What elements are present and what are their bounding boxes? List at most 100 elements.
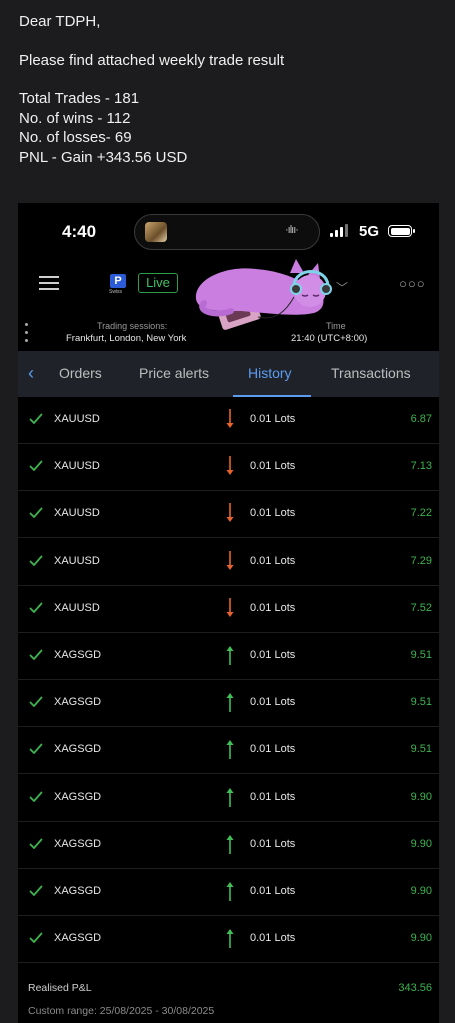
trade-row[interactable]: XAUUSD 0.01 Lots 7.29: [18, 539, 439, 586]
tab-history[interactable]: History: [248, 365, 292, 381]
custom-range: Custom range: 25/08/2025 - 30/08/2025: [28, 1005, 215, 1017]
trade-row[interactable]: XAUUSD 0.01 Lots 6.87: [18, 397, 439, 444]
trading-sessions-value: Frankfurt, London, New York: [66, 333, 187, 344]
live-badge[interactable]: Live: [138, 273, 178, 293]
more-dots-icon[interactable]: ○○○: [399, 276, 426, 291]
trade-lots: 0.01 Lots: [250, 413, 296, 425]
email-intro: Please find attached weekly trade result: [19, 51, 285, 69]
check-icon: [29, 791, 43, 802]
app-header: P Swiss Live ﹀ ○○○ Trading sessions: Fra…: [18, 259, 439, 351]
check-icon: [29, 413, 43, 424]
check-icon: [29, 885, 43, 896]
trade-row[interactable]: XAUUSD 0.01 Lots 7.13: [18, 444, 439, 492]
trade-row[interactable]: XAUUSD 0.01 Lots 7.22: [18, 491, 439, 539]
trade-lots: 0.01 Lots: [250, 460, 296, 473]
trade-row[interactable]: XAGSGD 0.01 Lots 9.51: [18, 727, 439, 775]
total-trades-line: Total Trades - 181: [19, 90, 140, 107]
arrow-up-icon: [226, 882, 234, 901]
trade-row[interactable]: XAGSGD 0.01 Lots 9.90: [18, 916, 439, 964]
arrow-up-icon: [226, 834, 234, 854]
trade-row[interactable]: XAGSGD 0.01 Lots 9.90: [18, 869, 439, 916]
trade-symbol: XAUUSD: [54, 413, 100, 425]
hamburger-icon[interactable]: [39, 276, 59, 291]
check-icon: [29, 507, 43, 519]
drag-handle-icon[interactable]: [25, 323, 29, 345]
trade-lots: 0.01 Lots: [250, 790, 296, 803]
check-icon: [29, 555, 43, 566]
check-icon: [29, 460, 43, 472]
tab-orders[interactable]: Orders: [59, 365, 102, 381]
trade-lots: 0.01 Lots: [250, 885, 296, 897]
check-icon: [29, 649, 43, 660]
trade-profit: 9.90: [410, 932, 432, 945]
trade-lots: 0.01 Lots: [250, 649, 296, 661]
losses-line: No. of losses- 69: [19, 129, 132, 146]
trade-row[interactable]: XAGSGD 0.01 Lots 9.51: [18, 633, 439, 680]
back-chevron-icon[interactable]: ‹: [28, 364, 34, 382]
trade-symbol: XAGSGD: [54, 932, 102, 945]
trade-lots: 0.01 Lots: [250, 554, 296, 567]
logo-letter: P: [110, 274, 126, 288]
realised-pnl-value: 343.56: [398, 982, 432, 994]
tab-price-alerts[interactable]: Price alerts: [139, 365, 209, 381]
broker-logo: P Swiss: [109, 274, 126, 295]
battery-tip: [413, 229, 415, 233]
trade-symbol: XAUUSD: [54, 601, 100, 614]
album-art-icon: [145, 222, 167, 242]
arrow-up-icon: [226, 740, 234, 760]
status-time: 4:40: [62, 222, 97, 241]
check-icon: [29, 602, 43, 613]
trade-profit: 9.90: [410, 790, 432, 803]
trade-profit: 9.90: [410, 885, 432, 897]
trade-profit: 7.22: [410, 507, 432, 520]
arrow-up-icon: [226, 693, 234, 713]
pnl-line: PNL - Gain +343.56 USD: [19, 148, 188, 166]
check-icon: [29, 932, 43, 944]
trade-lots: 0.01 Lots: [250, 696, 296, 709]
trade-row[interactable]: XAGSGD 0.01 Lots 9.90: [18, 775, 439, 822]
tab-bar: ‹ Orders Price alerts History Transactio…: [18, 351, 439, 397]
trade-symbol: XAGSGD: [54, 696, 102, 709]
trade-profit: 9.51: [410, 743, 432, 756]
trade-row[interactable]: XAGSGD 0.01 Lots 9.51: [18, 680, 439, 728]
trade-lots: 0.01 Lots: [250, 837, 296, 850]
time-value: 21:40 (UTC+8:00): [291, 333, 368, 344]
sleeping-cat-sticker: [195, 259, 332, 330]
waveform-icon: ·ılıı·: [285, 224, 299, 236]
arrow-down-icon: [226, 597, 234, 617]
network-type: 5G: [359, 223, 380, 240]
trading-sessions-label: Trading sessions:: [97, 321, 168, 331]
check-icon: [29, 696, 43, 708]
phone-screenshot: 4:40 ·ılıı· 5G P Swiss Live ﹀ ○○○ Tradin…: [18, 203, 439, 1023]
trade-symbol: XAGSGD: [54, 649, 102, 661]
arrow-down-icon: [226, 409, 234, 428]
arrow-up-icon: [226, 646, 234, 665]
arrow-up-icon: [226, 787, 234, 807]
trade-symbol: XAGSGD: [54, 885, 102, 897]
arrow-down-icon: [226, 456, 234, 476]
trade-profit: 9.51: [410, 696, 432, 709]
battery-icon: [388, 225, 412, 237]
check-icon: [29, 743, 43, 755]
trade-profit: 9.90: [410, 837, 432, 850]
trade-symbol: XAUUSD: [54, 507, 100, 520]
arrow-down-icon: [226, 503, 234, 523]
trade-symbol: XAGSGD: [54, 790, 102, 803]
trade-row[interactable]: XAUUSD 0.01 Lots 7.52: [18, 586, 439, 633]
arrow-up-icon: [226, 929, 234, 949]
trade-row[interactable]: XAGSGD 0.01 Lots 9.90: [18, 822, 439, 869]
trade-profit: 7.29: [410, 554, 432, 567]
trade-symbol: XAGSGD: [54, 837, 102, 850]
signal-icon: [330, 223, 350, 237]
trade-symbol: XAUUSD: [54, 554, 100, 567]
chevron-down-icon[interactable]: ﹀: [336, 279, 348, 296]
check-icon: [29, 838, 43, 849]
dynamic-island[interactable]: ·ılıı·: [134, 214, 320, 250]
email-body: Dear TDPH, Please find attached weekly t…: [19, 12, 284, 167]
trade-lots: 0.01 Lots: [250, 601, 296, 614]
trade-profit: 9.51: [410, 649, 432, 661]
trade-symbol: XAGSGD: [54, 743, 102, 756]
trade-profit: 6.87: [410, 413, 432, 425]
tab-transactions[interactable]: Transactions: [331, 365, 411, 381]
trade-profit: 7.13: [410, 460, 432, 473]
